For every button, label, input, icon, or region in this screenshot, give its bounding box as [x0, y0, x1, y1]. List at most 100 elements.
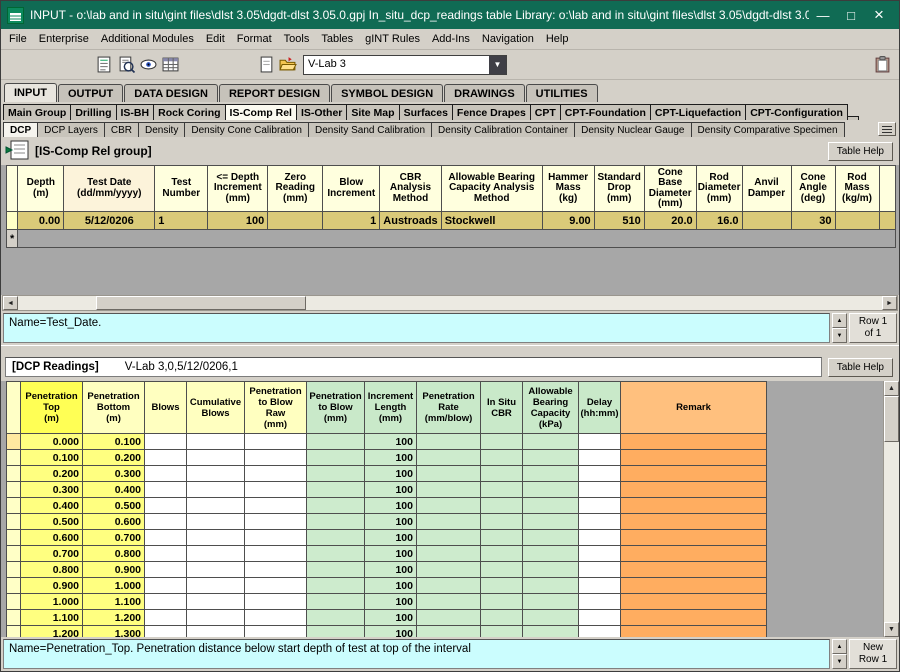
cell-increment-length-mm[interactable]: 100: [365, 594, 417, 610]
cell-penetration-bottom-m[interactable]: 0.800: [83, 546, 145, 562]
cell-penetration-top-m[interactable]: 0.400: [21, 498, 83, 514]
tab-is-other[interactable]: IS-Other: [296, 104, 347, 120]
cell-remark[interactable]: [621, 514, 767, 530]
menu-help[interactable]: Help: [540, 30, 575, 48]
cell-penetration-to-blow-mm[interactable]: [307, 498, 365, 514]
cell-allowable-bearing-capacity-kpa[interactable]: [523, 594, 579, 610]
cell-penetration-rate-mm-blow[interactable]: [417, 562, 481, 578]
cell-penetration-bottom-m[interactable]: 0.300: [83, 466, 145, 482]
row-selector[interactable]: [7, 594, 21, 610]
cell-increment-length-mm[interactable]: 100: [365, 530, 417, 546]
cell-penetration-rate-mm-blow[interactable]: [417, 434, 481, 450]
cell-penetration-bottom-m[interactable]: 0.500: [83, 498, 145, 514]
cell-remark[interactable]: [621, 594, 767, 610]
menu-tools[interactable]: Tools: [278, 30, 316, 48]
cell-in-situ-cbr[interactable]: [481, 578, 523, 594]
cell-remark[interactable]: [621, 562, 767, 578]
cell-penetration-to-blow-raw-mm[interactable]: [245, 482, 307, 498]
cell-blows[interactable]: [145, 610, 187, 626]
menu-additional-modules[interactable]: Additional Modules: [95, 30, 200, 48]
tab-report-design[interactable]: REPORT DESIGN: [219, 84, 330, 102]
cell-penetration-rate-mm-blow[interactable]: [417, 530, 481, 546]
cell-blows[interactable]: [145, 530, 187, 546]
row-selector[interactable]: [7, 626, 21, 638]
cell-blows[interactable]: [145, 514, 187, 530]
tab-rock-coring[interactable]: Rock Coring: [153, 104, 225, 120]
cell-blows[interactable]: [145, 562, 187, 578]
tab-cpt[interactable]: CPT: [530, 104, 561, 120]
cell-blank[interactable]: [879, 212, 895, 230]
cell-penetration-top-m[interactable]: 1.000: [21, 594, 83, 610]
cell-blows[interactable]: [145, 626, 187, 638]
cell-penetration-top-m[interactable]: 0.200: [21, 466, 83, 482]
cell-rod-mass-kg-m[interactable]: [835, 212, 879, 230]
vscroll-thumb[interactable]: [884, 396, 899, 442]
tab-utilities[interactable]: UTILITIES: [526, 84, 598, 102]
cell-penetration-to-blow-raw-mm[interactable]: [245, 498, 307, 514]
cell-delay-hh-mm[interactable]: [579, 530, 621, 546]
cell-blows[interactable]: [145, 482, 187, 498]
cell-cone-angle-deg[interactable]: 30: [791, 212, 835, 230]
tab-density-comparative-specimen[interactable]: Density Comparative Specimen: [691, 122, 845, 137]
cell-zero-reading-mm[interactable]: [268, 212, 323, 230]
tab-dcp[interactable]: DCP: [3, 122, 38, 137]
tab-drilling[interactable]: Drilling: [70, 104, 116, 120]
cell-penetration-top-m[interactable]: 0.000: [21, 434, 83, 450]
row-selector[interactable]: [7, 610, 21, 626]
cell-cumulative-blows[interactable]: [187, 562, 245, 578]
cell-penetration-to-blow-raw-mm[interactable]: [245, 626, 307, 638]
cell-blow-increment[interactable]: 1: [323, 212, 380, 230]
tab-drawings[interactable]: DRAWINGS: [444, 84, 525, 102]
vscroll-track[interactable]: [884, 396, 899, 622]
cell-cbr-analysis-method[interactable]: Austroads: [380, 212, 441, 230]
cell-remark[interactable]: [621, 530, 767, 546]
cell-blows[interactable]: [145, 578, 187, 594]
menu-tables[interactable]: Tables: [315, 30, 359, 48]
cell-penetration-to-blow-raw-mm[interactable]: [245, 562, 307, 578]
cell-penetration-to-blow-raw-mm[interactable]: [245, 434, 307, 450]
hscroll-track[interactable]: [18, 296, 882, 310]
cell-increment-length-mm[interactable]: 100: [365, 626, 417, 638]
cell-blows[interactable]: [145, 546, 187, 562]
cell-penetration-bottom-m[interactable]: 0.100: [83, 434, 145, 450]
cell-cumulative-blows[interactable]: [187, 450, 245, 466]
cell-remark[interactable]: [621, 498, 767, 514]
cell-remark[interactable]: [621, 546, 767, 562]
cell-delay-hh-mm[interactable]: [579, 578, 621, 594]
cell-penetration-to-blow-mm[interactable]: [307, 626, 365, 638]
cell-in-situ-cbr[interactable]: [481, 546, 523, 562]
cell-in-situ-cbr[interactable]: [481, 530, 523, 546]
cell-penetration-to-blow-mm[interactable]: [307, 450, 365, 466]
tab-list-icon[interactable]: [878, 122, 896, 136]
cell-remark[interactable]: [621, 450, 767, 466]
point-id-value[interactable]: V-Lab 3: [304, 56, 489, 74]
cell-penetration-to-blow-mm[interactable]: [307, 594, 365, 610]
cell-penetration-rate-mm-blow[interactable]: [417, 626, 481, 638]
cell-allowable-bearing-capacity-kpa[interactable]: [523, 434, 579, 450]
cell-penetration-to-blow-raw-mm[interactable]: [245, 594, 307, 610]
tab-density-cone-calibration[interactable]: Density Cone Calibration: [184, 122, 309, 137]
tab-cpt-liquefaction[interactable]: CPT-Liquefaction: [650, 104, 746, 120]
cell-delay-hh-mm[interactable]: [579, 562, 621, 578]
cell-cone-base-diameter-mm[interactable]: 20.0: [644, 212, 696, 230]
data-form-icon[interactable]: [93, 54, 115, 76]
cell-blows[interactable]: [145, 450, 187, 466]
cell-cumulative-blows[interactable]: [187, 578, 245, 594]
cell-delay-hh-mm[interactable]: [579, 498, 621, 514]
cell-penetration-top-m[interactable]: 0.900: [21, 578, 83, 594]
cell-anvil-damper[interactable]: [742, 212, 791, 230]
cell-penetration-top-m[interactable]: 0.800: [21, 562, 83, 578]
cell-penetration-to-blow-mm[interactable]: [307, 466, 365, 482]
dcp-key-field[interactable]: [DCP Readings] V-Lab 3,0,5/12/0206,1: [5, 357, 822, 377]
cell-allowable-bearing-capacity-kpa[interactable]: [523, 610, 579, 626]
cell-delay-hh-mm[interactable]: [579, 594, 621, 610]
tab-is-comp-rel[interactable]: IS-Comp Rel: [225, 104, 297, 120]
cell-penetration-to-blow-mm[interactable]: [307, 610, 365, 626]
cell-penetration-top-m[interactable]: 0.100: [21, 450, 83, 466]
row-selector[interactable]: [7, 434, 21, 450]
cell-allowable-bearing-capacity-kpa[interactable]: [523, 466, 579, 482]
menu-navigation[interactable]: Navigation: [476, 30, 540, 48]
cell-penetration-bottom-m[interactable]: 1.200: [83, 610, 145, 626]
cell-increment-length-mm[interactable]: 100: [365, 578, 417, 594]
cell-penetration-to-blow-raw-mm[interactable]: [245, 530, 307, 546]
